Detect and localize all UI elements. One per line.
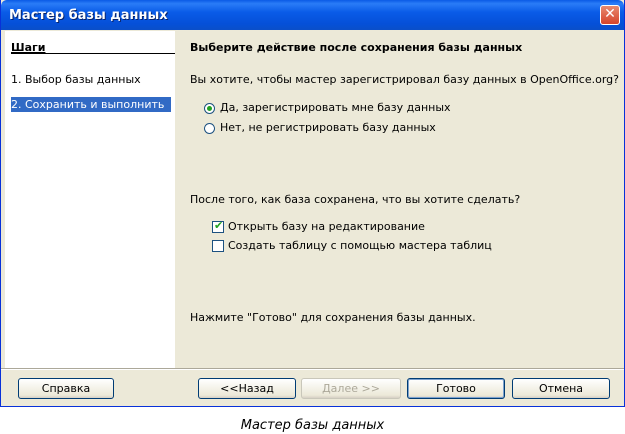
sidebar-item-select-database[interactable]: 1. Выбор базы данных: [11, 72, 147, 87]
check-mark-icon: ✔: [214, 219, 224, 232]
steps-divider: [11, 53, 175, 54]
next-button[interactable]: Далее >>: [301, 378, 401, 399]
figure-caption: Мастер базы данных: [240, 418, 385, 433]
close-icon[interactable]: ✕: [600, 5, 620, 25]
window-title: Мастер базы данных: [9, 8, 168, 23]
open-for-edit-checkbox[interactable]: ✔: [212, 219, 224, 233]
main-panel: Выберите действие после сохранения базы …: [176, 31, 621, 369]
create-table-checkbox[interactable]: [212, 240, 224, 252]
open-for-edit-label[interactable]: Открыть базу на редактирование: [228, 220, 425, 233]
register-yes-radio[interactable]: [204, 103, 215, 114]
sidebar-item-save-and-proceed[interactable]: 2. Сохранить и выполнить: [11, 97, 171, 112]
back-button[interactable]: <<Назад: [198, 378, 296, 399]
database-wizard-window: Мастер базы данных ✕ Шаги 1. Выбор базы …: [0, 0, 625, 407]
register-no-label[interactable]: Нет, не регистрировать базу данных: [220, 121, 436, 134]
steps-sidebar: Шаги 1. Выбор базы данных 2. Сохранить и…: [5, 31, 175, 369]
help-button[interactable]: Справка: [18, 378, 114, 399]
register-question: Вы хотите, чтобы мастер зарегистрировал …: [190, 73, 619, 86]
after-save-question: После того, как база сохранена, что вы х…: [190, 193, 521, 206]
create-table-label[interactable]: Создать таблицу с помощью мастера таблиц: [228, 239, 492, 252]
register-no-radio[interactable]: [204, 123, 215, 134]
title-bar[interactable]: Мастер базы данных ✕: [1, 0, 624, 30]
register-yes-label[interactable]: Да, зарегистрировать мне базу данных: [220, 101, 451, 114]
finish-button[interactable]: Готово: [407, 378, 505, 399]
radio-selected-dot: [207, 106, 212, 111]
cancel-button[interactable]: Отмена: [512, 378, 610, 399]
button-separator: [1, 368, 624, 370]
finish-hint: Нажмите "Готово" для сохранения базы дан…: [190, 311, 476, 324]
page-heading: Выберите действие после сохранения базы …: [190, 41, 523, 54]
